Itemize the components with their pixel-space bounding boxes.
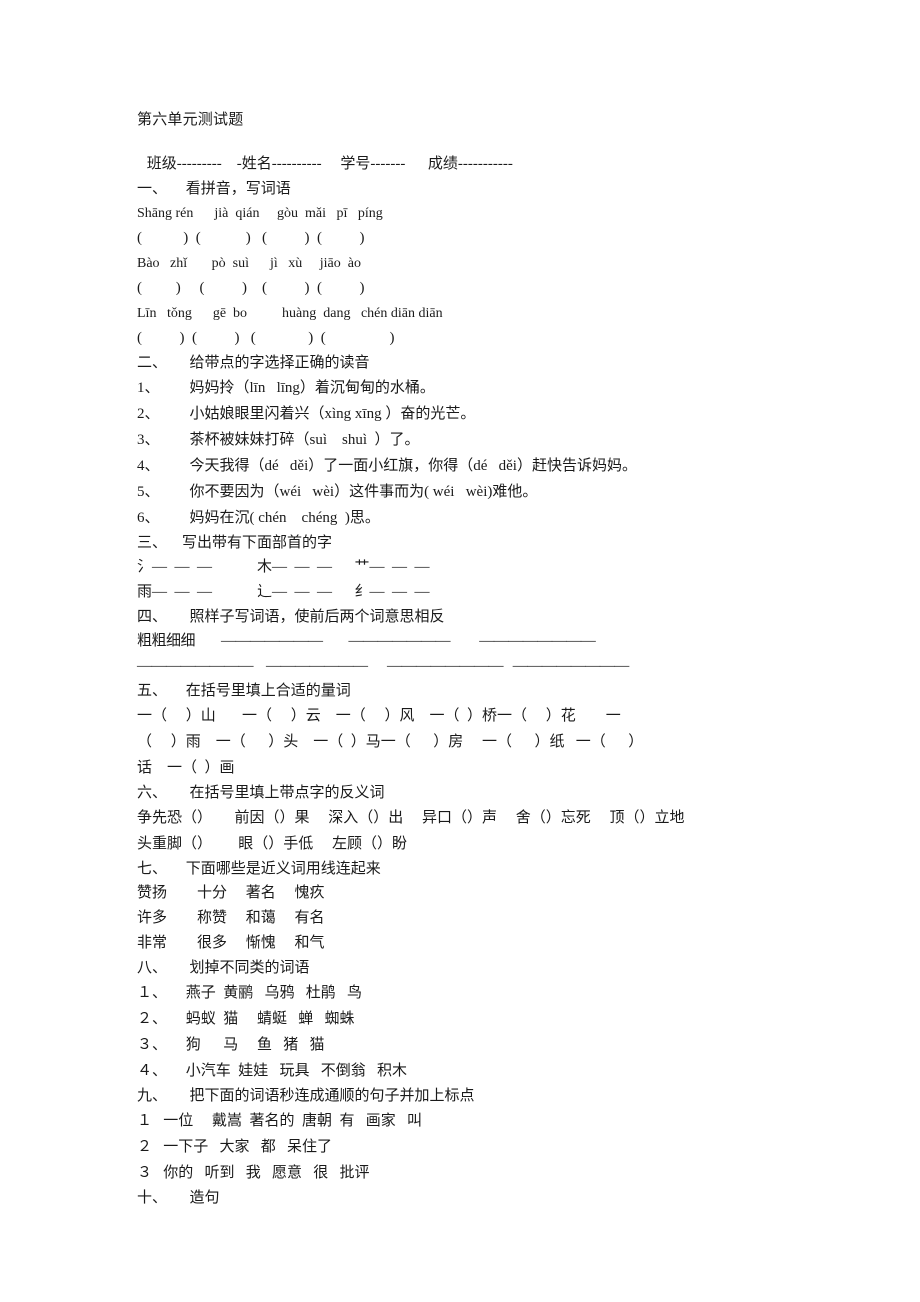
measure-word-row[interactable]: 话 一（ ）画	[137, 755, 805, 781]
question-item[interactable]: 1、 妈妈拎（līn līng）着沉甸甸的水桶。	[137, 375, 805, 401]
section-heading-8: 八、 划掉不同类的词语	[137, 960, 310, 976]
question-item[interactable]: 3、 茶杯被妹妹打碎（suì shuì ）了。	[137, 427, 805, 453]
category-row[interactable]: ２、 蚂蚁 猫 蜻蜓 蝉 蜘蛛	[137, 1006, 805, 1032]
sentence-order-row[interactable]: ２ 一下子 大家 都 呆住了	[137, 1134, 805, 1160]
answer-box-row-1[interactable]: ( ) ( ) ( ) ( )	[137, 226, 805, 251]
idiom-antonym-row[interactable]: 头重脚（） 眼（）手低 左顾（）盼	[137, 831, 805, 857]
category-row[interactable]: ３、 狗 马 鱼 猪 猫	[137, 1032, 805, 1058]
section-heading-6: 六、 在括号里填上带点字的反义词	[137, 785, 385, 801]
radical-row[interactable]: 氵— — — 木— — — 艹— — —	[137, 555, 805, 580]
pinyin-row-3: Līn tǒng gē bo huàng dang chén diān diān	[137, 306, 443, 321]
pinyin-row-2: Bào zhǐ pò suì jì xù jiāo ào	[137, 256, 361, 271]
section-heading-10: 十、 造句	[137, 1190, 220, 1206]
question-item[interactable]: 5、 你不要因为（wéi wèi）这件事而为( wéi wèi)难他。	[137, 479, 805, 505]
sentence-order-row[interactable]: ３ 你的 听到 我 愿意 很 批评	[137, 1160, 805, 1186]
antonym-blank-row[interactable]: 粗粗细细 ——————— ——————— ————————	[137, 629, 805, 654]
synonym-match-row[interactable]: 许多 称赞 和蔼 有名	[137, 906, 805, 931]
category-row[interactable]: ４、 小汽车 娃娃 玩具 不倒翁 积木	[137, 1058, 805, 1084]
category-row[interactable]: １、 燕子 黄鹂 乌鸦 杜鹃 鸟	[137, 980, 805, 1006]
synonym-match-row[interactable]: 赞扬 十分 著名 愧疚	[137, 881, 805, 906]
section-heading-4: 四、 照样子写词语，使前后两个词意思相反	[137, 609, 445, 625]
question-item[interactable]: 6、 妈妈在沉( chén chéng )思。	[137, 505, 805, 531]
worksheet-page: 第六单元测试题 班级--------- -姓名---------- 学号----…	[0, 0, 920, 1302]
section-heading-5: 五、 在括号里填上合适的量词	[137, 683, 351, 699]
measure-word-row[interactable]: （ ）雨 一（ ）头 一（ ）马一（ ）房 一（ ）纸 一（ ）	[137, 729, 805, 755]
page-title: 第六单元测试题	[137, 112, 244, 128]
antonym-blank-row[interactable]: ———————— ——————— ———————— ————————	[137, 654, 805, 679]
measure-word-row[interactable]: 一（ ）山 一（ ）云 一（ ）风 一（ ）桥一（ ）花 一	[137, 703, 805, 729]
student-info-line: 班级--------- -姓名---------- 学号------- 成绩--…	[143, 156, 513, 172]
answer-box-row-2[interactable]: ( ) ( ) ( ) ( )	[137, 276, 805, 301]
section-heading-3: 三、 写出带有下面部首的字	[137, 535, 333, 551]
section-heading-2: 二、 给带点的字选择正确的读音	[137, 355, 370, 371]
section-heading-1: 一、 看拼音，写词语	[137, 181, 291, 197]
section-heading-9: 九、 把下面的词语秒连成通顺的句子并加上标点	[137, 1088, 475, 1104]
synonym-match-row[interactable]: 非常 很多 惭愧 和气	[137, 931, 805, 956]
idiom-antonym-row[interactable]: 争先恐（） 前因（）果 深入（）出 异口（）声 舍（）忘死 顶（）立地	[137, 805, 805, 831]
pinyin-row-1: Shāng rén jià qián gòu mǎi pī píng	[137, 206, 383, 221]
question-item[interactable]: 4、 今天我得（dé děi）了一面小红旗，你得（dé děi）赶快告诉妈妈。	[137, 453, 805, 479]
section-heading-7: 七、 下面哪些是近义词用线连起来	[137, 861, 381, 877]
sentence-order-row[interactable]: １ 一位 戴嵩 著名的 唐朝 有 画家 叫	[137, 1108, 805, 1134]
question-item[interactable]: 2、 小姑娘眼里闪着兴（xìng xīng ）奋的光芒。	[137, 401, 805, 427]
radical-row[interactable]: 雨— — — 辶— — — 纟— — —	[137, 580, 805, 605]
answer-box-row-3[interactable]: ( ) ( ) ( ) ( )	[137, 326, 805, 351]
